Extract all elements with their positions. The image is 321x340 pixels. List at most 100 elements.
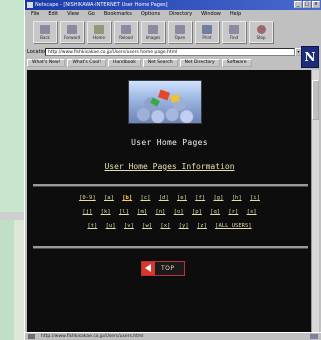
index-link-all-users[interactable]: [ALL USERS] bbox=[215, 223, 251, 229]
mail-icon[interactable] bbox=[310, 334, 318, 339]
back-button[interactable]: Back bbox=[33, 21, 57, 43]
browser-window: Netscape - [NISHIKAWA-INTERNET User Home… bbox=[24, 0, 321, 340]
divider-top bbox=[33, 184, 308, 187]
open-button[interactable]: Open bbox=[168, 21, 192, 43]
status-text: http://www.fishkisakae.co.jp/Users/users… bbox=[41, 334, 144, 339]
menu-bookmarks[interactable]: Bookmarks bbox=[104, 10, 132, 19]
directory-buttons-bar: What's New! What's Cool! Handbook Net Se… bbox=[25, 58, 305, 68]
stop-icon bbox=[256, 25, 266, 34]
banner-image bbox=[128, 80, 202, 124]
location-input[interactable]: http://www.fishkisakae.co.jp/Users/users… bbox=[45, 47, 295, 56]
page-title: User Home Pages bbox=[131, 138, 208, 147]
location-label: Location: bbox=[27, 48, 50, 55]
window-title: Netscape - [NISHIKAWA-INTERNET User Home… bbox=[35, 2, 168, 8]
index-link-h[interactable]: [h] bbox=[232, 195, 242, 201]
index-link-a[interactable]: [a] bbox=[104, 195, 114, 201]
index-link-x[interactable]: [x] bbox=[160, 223, 170, 229]
reload-button[interactable]: Reload bbox=[114, 21, 138, 43]
index-link-g[interactable]: [g] bbox=[213, 195, 223, 201]
index-link-c[interactable]: [c] bbox=[140, 195, 150, 201]
whats-cool-button[interactable]: What's Cool! bbox=[67, 59, 107, 67]
index-link-t[interactable]: [t] bbox=[87, 223, 97, 229]
open-icon bbox=[175, 25, 185, 34]
index-link-l[interactable]: [l] bbox=[119, 209, 129, 215]
index-link-w[interactable]: [w] bbox=[142, 223, 152, 229]
index-link-s[interactable]: [s] bbox=[247, 209, 257, 215]
background-window-status bbox=[0, 212, 24, 220]
menu-help[interactable]: Help bbox=[230, 10, 241, 19]
reload-icon bbox=[121, 25, 131, 34]
user-home-pages-info-link[interactable]: User Home Pages Information bbox=[27, 162, 312, 171]
title-bar[interactable]: Netscape - [NISHIKAWA-INTERNET User Home… bbox=[25, 0, 321, 10]
index-link-q[interactable]: [q] bbox=[210, 209, 220, 215]
forward-icon bbox=[67, 25, 77, 34]
index-link-r[interactable]: [r] bbox=[228, 209, 238, 215]
arrow-left-icon bbox=[142, 262, 155, 275]
index-link-b[interactable]: [b] bbox=[122, 195, 132, 201]
alphabet-row-1: [0-9] [a] [b] [c] [d] [e] [f] [g] [h] [i… bbox=[47, 195, 292, 201]
location-bar: Location: http://www.fishkisakae.co.jp/U… bbox=[25, 46, 321, 57]
menu-edit[interactable]: Edit bbox=[48, 10, 58, 19]
vertical-scrollbar[interactable] bbox=[311, 70, 319, 332]
index-link-k[interactable]: [k] bbox=[101, 209, 111, 215]
minimize-button[interactable]: _ bbox=[294, 1, 302, 8]
index-link-n[interactable]: [n] bbox=[155, 209, 165, 215]
images-icon bbox=[148, 25, 158, 34]
index-link-i[interactable]: [i] bbox=[250, 195, 260, 201]
index-link-p[interactable]: [p] bbox=[192, 209, 202, 215]
divider-bottom bbox=[33, 246, 308, 249]
alphabet-row-2: [j] [k] [l] [m] [n] [o] [p] [q] [r] [s] bbox=[47, 209, 292, 215]
close-button[interactable]: x bbox=[312, 1, 320, 8]
back-icon bbox=[40, 25, 50, 34]
home-button[interactable]: Home bbox=[87, 21, 111, 43]
home-icon bbox=[94, 25, 104, 34]
index-link-d[interactable]: [d] bbox=[159, 195, 169, 201]
menu-go[interactable]: Go bbox=[88, 10, 95, 19]
index-link-0-9[interactable]: [0-9] bbox=[79, 195, 96, 201]
window-controls: _ □ x bbox=[294, 1, 320, 8]
menu-view[interactable]: View bbox=[67, 10, 79, 19]
index-link-z[interactable]: [z] bbox=[197, 223, 207, 229]
top-button[interactable]: TOP bbox=[141, 261, 185, 276]
security-key-icon bbox=[28, 334, 35, 339]
stop-button[interactable]: Stop bbox=[249, 21, 273, 43]
netscape-logo[interactable]: N bbox=[301, 46, 319, 68]
status-bar: http://www.fishkisakae.co.jp/Users/users… bbox=[25, 332, 321, 340]
print-icon bbox=[202, 25, 212, 34]
toolbar: Back Forward Home Reload Images Open Pri… bbox=[25, 19, 321, 45]
maximize-button[interactable]: □ bbox=[303, 1, 311, 8]
net-search-button[interactable]: Net Search bbox=[142, 59, 178, 67]
banner-shape-red bbox=[157, 89, 171, 101]
index-link-u[interactable]: [u] bbox=[106, 223, 116, 229]
print-button[interactable]: Print bbox=[195, 21, 219, 43]
index-link-e[interactable]: [e] bbox=[177, 195, 187, 201]
menu-bar: File Edit View Go Bookmarks Options Dire… bbox=[25, 10, 321, 19]
software-button[interactable]: Software bbox=[221, 59, 252, 67]
whats-new-button[interactable]: What's New! bbox=[27, 59, 66, 67]
index-link-o[interactable]: [o] bbox=[174, 209, 184, 215]
index-link-y[interactable]: [y] bbox=[179, 223, 189, 229]
banner-shape-yellow bbox=[170, 94, 180, 103]
top-button-label: TOP bbox=[161, 265, 175, 272]
find-button[interactable]: Find bbox=[222, 21, 246, 43]
index-link-m[interactable]: [m] bbox=[137, 209, 147, 215]
images-button[interactable]: Images bbox=[141, 21, 165, 43]
netscape-app-icon[interactable] bbox=[27, 2, 33, 8]
menu-file[interactable]: File bbox=[31, 10, 39, 19]
index-link-f[interactable]: [f] bbox=[195, 195, 205, 201]
find-icon bbox=[229, 25, 239, 34]
menu-window[interactable]: Window bbox=[201, 10, 221, 19]
background-window[interactable] bbox=[0, 0, 25, 220]
forward-button[interactable]: Forward bbox=[60, 21, 84, 43]
menu-directory[interactable]: Directory bbox=[169, 10, 192, 19]
index-link-v[interactable]: [v] bbox=[124, 223, 134, 229]
alphabet-row-3: [t] [u] [v] [w] [x] [y] [z] [ALL USERS] bbox=[47, 223, 292, 229]
page-content: User Home Pages User Home Pages Informat… bbox=[27, 70, 312, 332]
banner-shape-green bbox=[150, 97, 160, 107]
scrollbar-thumb[interactable] bbox=[312, 80, 319, 120]
index-link-j[interactable]: [j] bbox=[82, 209, 92, 215]
net-directory-button[interactable]: Net Directory bbox=[179, 59, 220, 67]
handbook-button[interactable]: Handbook bbox=[108, 59, 141, 67]
menu-options[interactable]: Options bbox=[141, 10, 160, 19]
chevron-down-icon: ▾ bbox=[297, 48, 300, 54]
